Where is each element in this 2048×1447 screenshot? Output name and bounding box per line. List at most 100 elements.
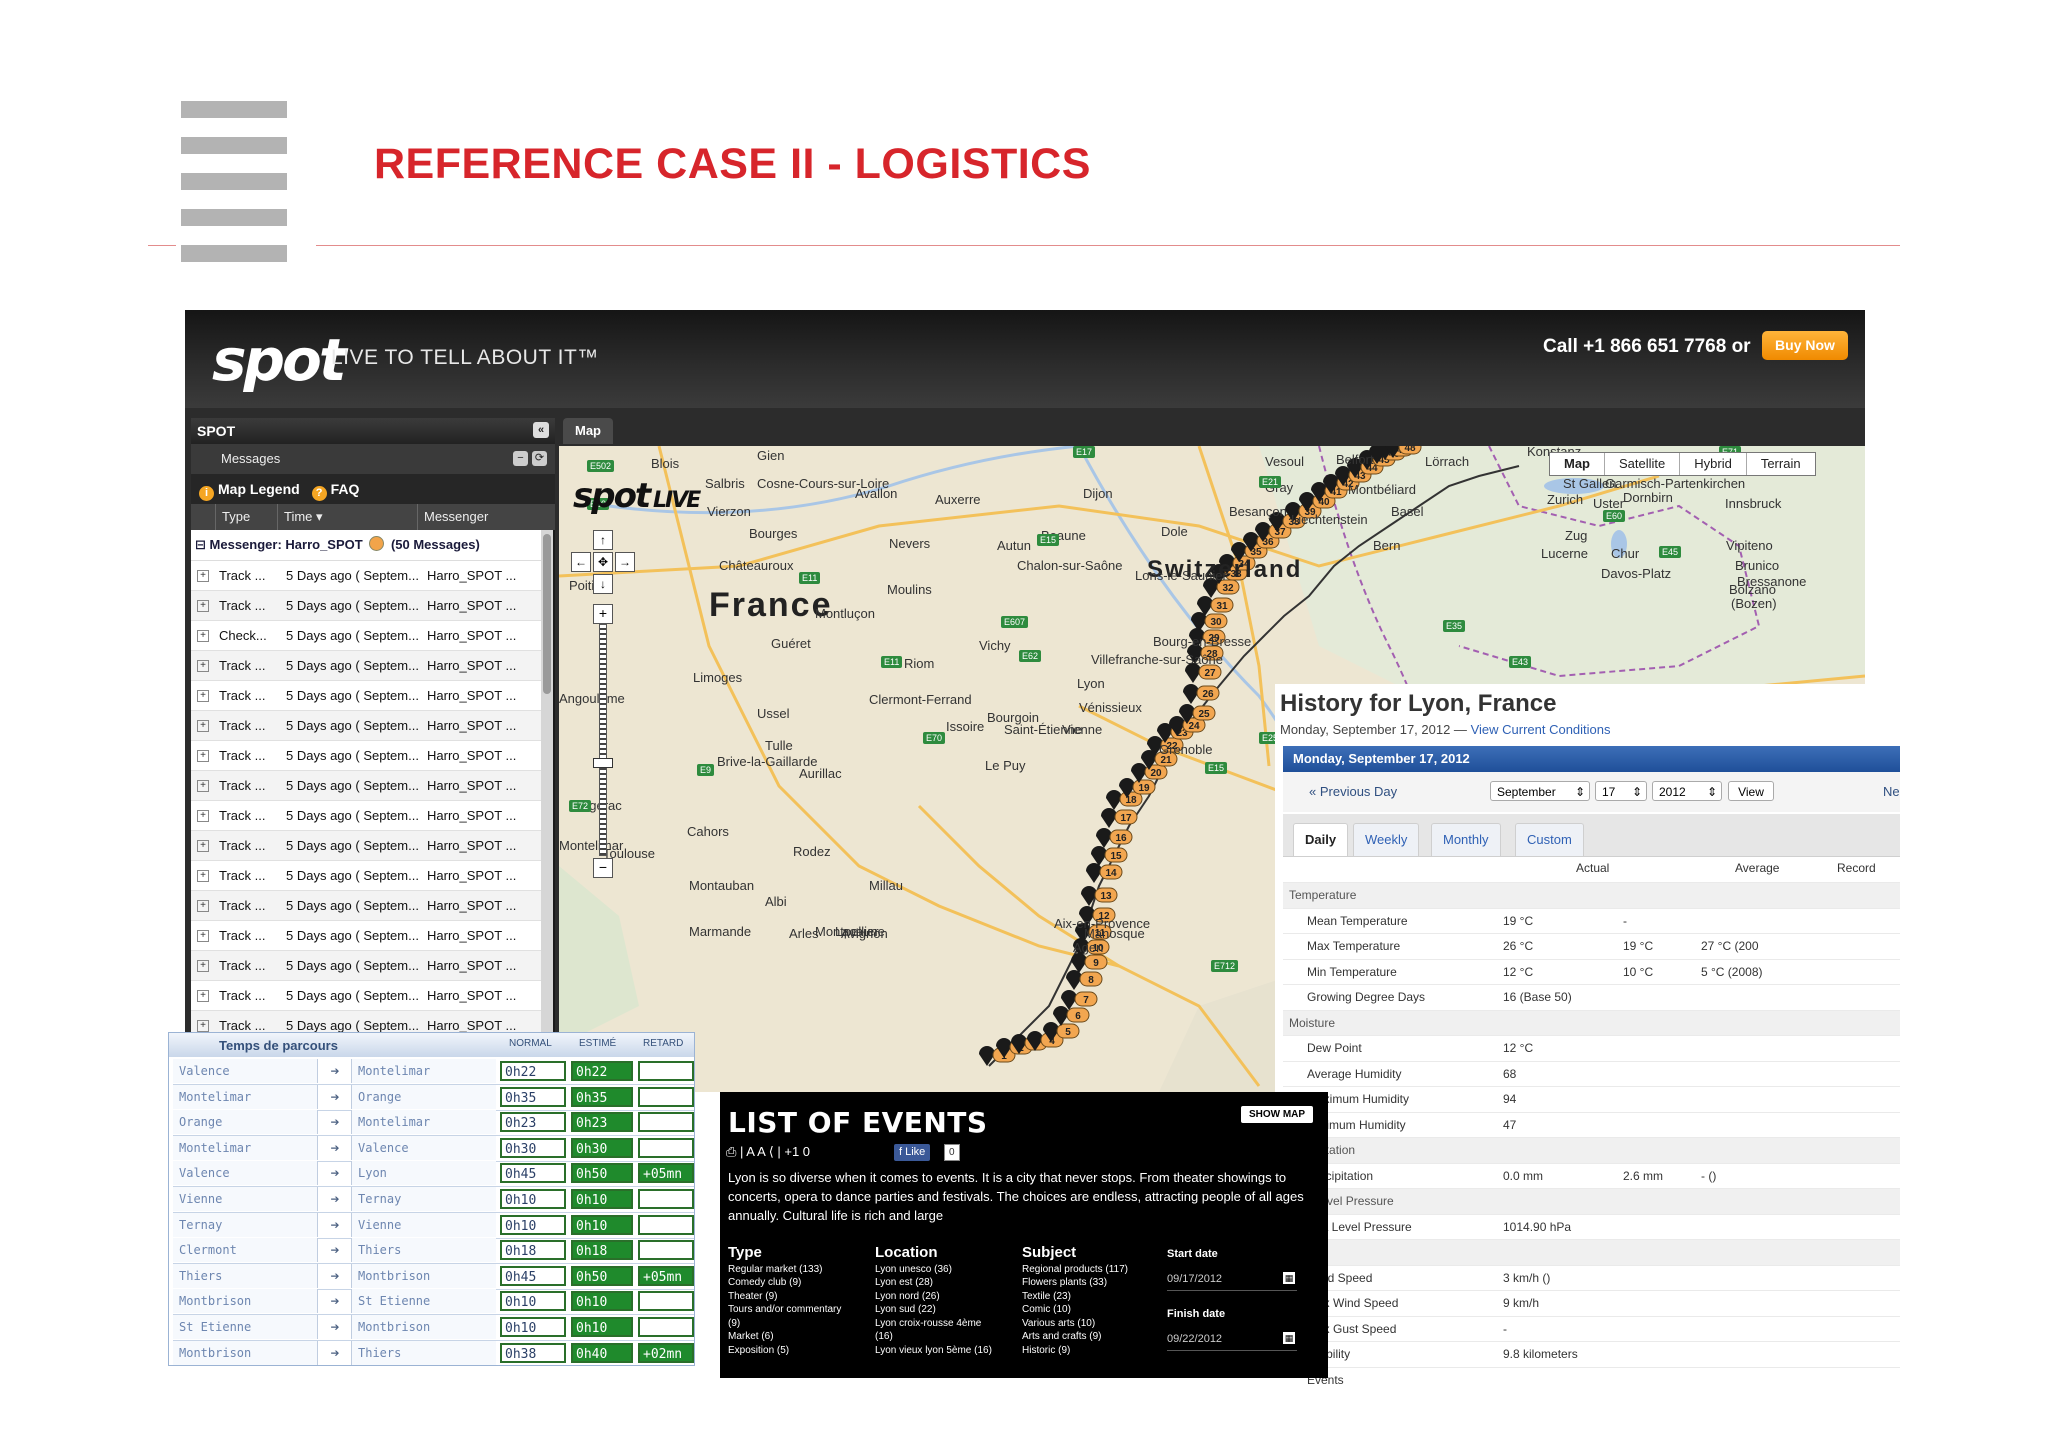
message-row[interactable]: + Track ... 5 Days ago ( Septem... Harro_SP… xyxy=(191,861,541,891)
event-subject-item[interactable]: Regional products (117) xyxy=(1022,1263,1128,1277)
message-row[interactable]: + Track ... 5 Days ago ( Septem... Harro_SP… xyxy=(191,561,541,591)
expand-icon[interactable]: + xyxy=(197,600,209,612)
view-current-conditions-link[interactable]: View Current Conditions xyxy=(1471,722,1611,737)
expand-icon[interactable]: + xyxy=(197,840,209,852)
pan-left-icon[interactable]: ← xyxy=(571,552,591,572)
message-row[interactable]: + Track ... 5 Days ago ( Septem... Harro_SP… xyxy=(191,921,541,951)
event-location-item[interactable]: (16) xyxy=(875,1330,992,1344)
expand-icon[interactable]: + xyxy=(197,570,209,582)
minimize-icon[interactable]: − xyxy=(513,451,528,466)
map-type-map[interactable]: Map xyxy=(1550,453,1605,475)
tab-monthly[interactable]: Monthly xyxy=(1431,823,1501,856)
message-list-scrollbar[interactable] xyxy=(541,530,553,1092)
calendar-icon[interactable]: ▦ xyxy=(1283,1332,1295,1344)
calendar-icon[interactable]: ▦ xyxy=(1283,1272,1295,1284)
message-row[interactable]: + Track ... 5 Days ago ( Septem... Harro_SP… xyxy=(191,831,541,861)
event-type-item[interactable]: Tours and/or commentary xyxy=(728,1303,841,1317)
event-subject-item[interactable]: Various arts (10) xyxy=(1022,1317,1128,1331)
expand-icon[interactable]: + xyxy=(197,810,209,822)
refresh-icon[interactable]: ⟳ xyxy=(532,451,547,466)
expand-icon[interactable]: + xyxy=(197,630,209,642)
col-type[interactable]: Type xyxy=(215,504,250,530)
event-type-item[interactable]: Comedy club (9) xyxy=(728,1276,841,1290)
event-location-item[interactable]: Lyon est (28) xyxy=(875,1276,992,1290)
expand-icon[interactable]: + xyxy=(197,960,209,972)
event-type-item[interactable]: Exposition (5) xyxy=(728,1344,841,1358)
event-subject-item[interactable]: Historic (9) xyxy=(1022,1344,1128,1358)
message-row[interactable]: + Track ... 5 Days ago ( Septem... Harro_SP… xyxy=(191,681,541,711)
tab-custom[interactable]: Custom xyxy=(1515,823,1584,856)
message-row[interactable]: + Track ... 5 Days ago ( Septem... Harro_SP… xyxy=(191,591,541,621)
facebook-like-button[interactable]: f Like xyxy=(894,1144,931,1161)
event-type-item[interactable]: Regular market (133) xyxy=(728,1263,841,1277)
event-type-item[interactable]: Market (6) xyxy=(728,1330,841,1344)
map-legend-link[interactable]: Map Legend xyxy=(218,481,300,497)
event-subject-item[interactable]: Comic (10) xyxy=(1022,1303,1128,1317)
expand-icon[interactable]: + xyxy=(197,750,209,762)
expand-icon[interactable]: + xyxy=(197,900,209,912)
event-location-item[interactable]: Lyon croix-rousse 4ème xyxy=(875,1317,992,1331)
slide-title: REFERENCE CASE II - LOGISTICS xyxy=(374,140,1091,188)
expand-icon[interactable]: + xyxy=(197,690,209,702)
messenger-group-row[interactable]: ⊟ Messenger: Harro_SPOT (50 Messages) xyxy=(191,530,541,561)
pan-center-icon[interactable]: ✥ xyxy=(593,552,613,572)
map-type-terrain[interactable]: Terrain xyxy=(1747,453,1815,475)
message-row[interactable]: + Track ... 5 Days ago ( Septem... Harro_SP… xyxy=(191,711,541,741)
buy-now-button[interactable]: Buy Now xyxy=(1762,331,1848,360)
map-type-hybrid[interactable]: Hybrid xyxy=(1680,453,1747,475)
map-type-satellite[interactable]: Satellite xyxy=(1605,453,1681,475)
message-row[interactable]: + Track ... 5 Days ago ( Septem... Harro_SP… xyxy=(191,741,541,771)
year-select[interactable]: 2012 ⇕ xyxy=(1652,781,1722,801)
previous-day-link[interactable]: « Previous Day xyxy=(1309,784,1397,799)
event-location-item[interactable]: Lyon unesco (36) xyxy=(875,1263,992,1277)
spot-logo[interactable]: spot xyxy=(212,326,347,394)
tab-weekly[interactable]: Weekly xyxy=(1353,823,1420,856)
scrollbar-thumb[interactable] xyxy=(543,534,551,694)
message-row[interactable]: + Track ... 5 Days ago ( Septem... Harro_SP… xyxy=(191,951,541,981)
expand-icon[interactable]: + xyxy=(197,1020,209,1032)
expand-icon[interactable]: + xyxy=(197,930,209,942)
col-time[interactable]: Time ▾ xyxy=(277,504,323,530)
event-location-item[interactable]: Lyon vieux lyon 5ème (16) xyxy=(875,1344,992,1358)
view-button[interactable]: View xyxy=(1728,781,1774,801)
collapse-sidebar-icon[interactable]: « xyxy=(533,422,549,438)
faq-link[interactable]: FAQ xyxy=(331,481,360,497)
event-location-item[interactable]: Lyon nord (26) xyxy=(875,1290,992,1304)
col-messenger[interactable]: Messenger xyxy=(417,504,488,530)
month-select[interactable]: September ⇕ xyxy=(1490,781,1590,801)
event-subject-item[interactable]: Textile (23) xyxy=(1022,1290,1128,1304)
group-collapse-icon[interactable]: ⊟ xyxy=(195,537,206,552)
message-row[interactable]: + Track ... 5 Days ago ( Septem... Harro_SP… xyxy=(191,981,541,1011)
tab-daily[interactable]: Daily xyxy=(1293,823,1349,856)
pan-up-icon[interactable]: ↑ xyxy=(593,530,613,550)
message-row[interactable]: + Track ... 5 Days ago ( Septem... Harro_SP… xyxy=(191,801,541,831)
day-select[interactable]: 17 ⇕ xyxy=(1595,781,1647,801)
next-day-link[interactable]: Ne xyxy=(1883,784,1900,799)
zoom-out-icon[interactable]: − xyxy=(593,858,613,878)
zoom-slider-track[interactable] xyxy=(599,624,607,856)
event-subject-item[interactable]: Flowers plants (33) xyxy=(1022,1276,1128,1290)
zoom-slider-thumb[interactable] xyxy=(593,758,613,768)
tab-map[interactable]: Map xyxy=(563,418,613,444)
expand-icon[interactable]: + xyxy=(197,720,209,732)
messages-header[interactable]: Messages xyxy=(191,444,555,474)
expand-icon[interactable]: + xyxy=(197,990,209,1002)
message-row[interactable]: + Check... 5 Days ago ( Septem... Harro_SPO… xyxy=(191,621,541,651)
pan-right-icon[interactable]: → xyxy=(615,552,635,572)
expand-icon[interactable]: + xyxy=(197,660,209,672)
zoom-in-icon[interactable]: + xyxy=(593,604,613,624)
finish-date-field[interactable]: 09/22/2012 ▦ xyxy=(1167,1328,1297,1351)
message-row[interactable]: + Track ... 5 Days ago ( Septem... Harro_SP… xyxy=(191,771,541,801)
event-location-item[interactable]: Lyon sud (22) xyxy=(875,1303,992,1317)
expand-icon[interactable]: + xyxy=(197,870,209,882)
event-type-item[interactable]: (9) xyxy=(728,1317,841,1331)
start-date-field[interactable]: 09/17/2012 ▦ xyxy=(1167,1268,1297,1291)
message-row[interactable]: + Track ... 5 Days ago ( Septem... Harro_SP… xyxy=(191,891,541,921)
event-type-item[interactable]: Theater (9) xyxy=(728,1290,841,1304)
show-map-button[interactable]: SHOW MAP xyxy=(1241,1106,1313,1123)
share-toolbar[interactable]: ⎙ | A A ⟨ | +1 0 xyxy=(726,1144,810,1160)
pan-down-icon[interactable]: ↓ xyxy=(593,574,613,594)
event-subject-item[interactable]: Arts and crafts (9) xyxy=(1022,1330,1128,1344)
expand-icon[interactable]: + xyxy=(197,780,209,792)
message-row[interactable]: + Track ... 5 Days ago ( Septem... Harro_SP… xyxy=(191,651,541,681)
